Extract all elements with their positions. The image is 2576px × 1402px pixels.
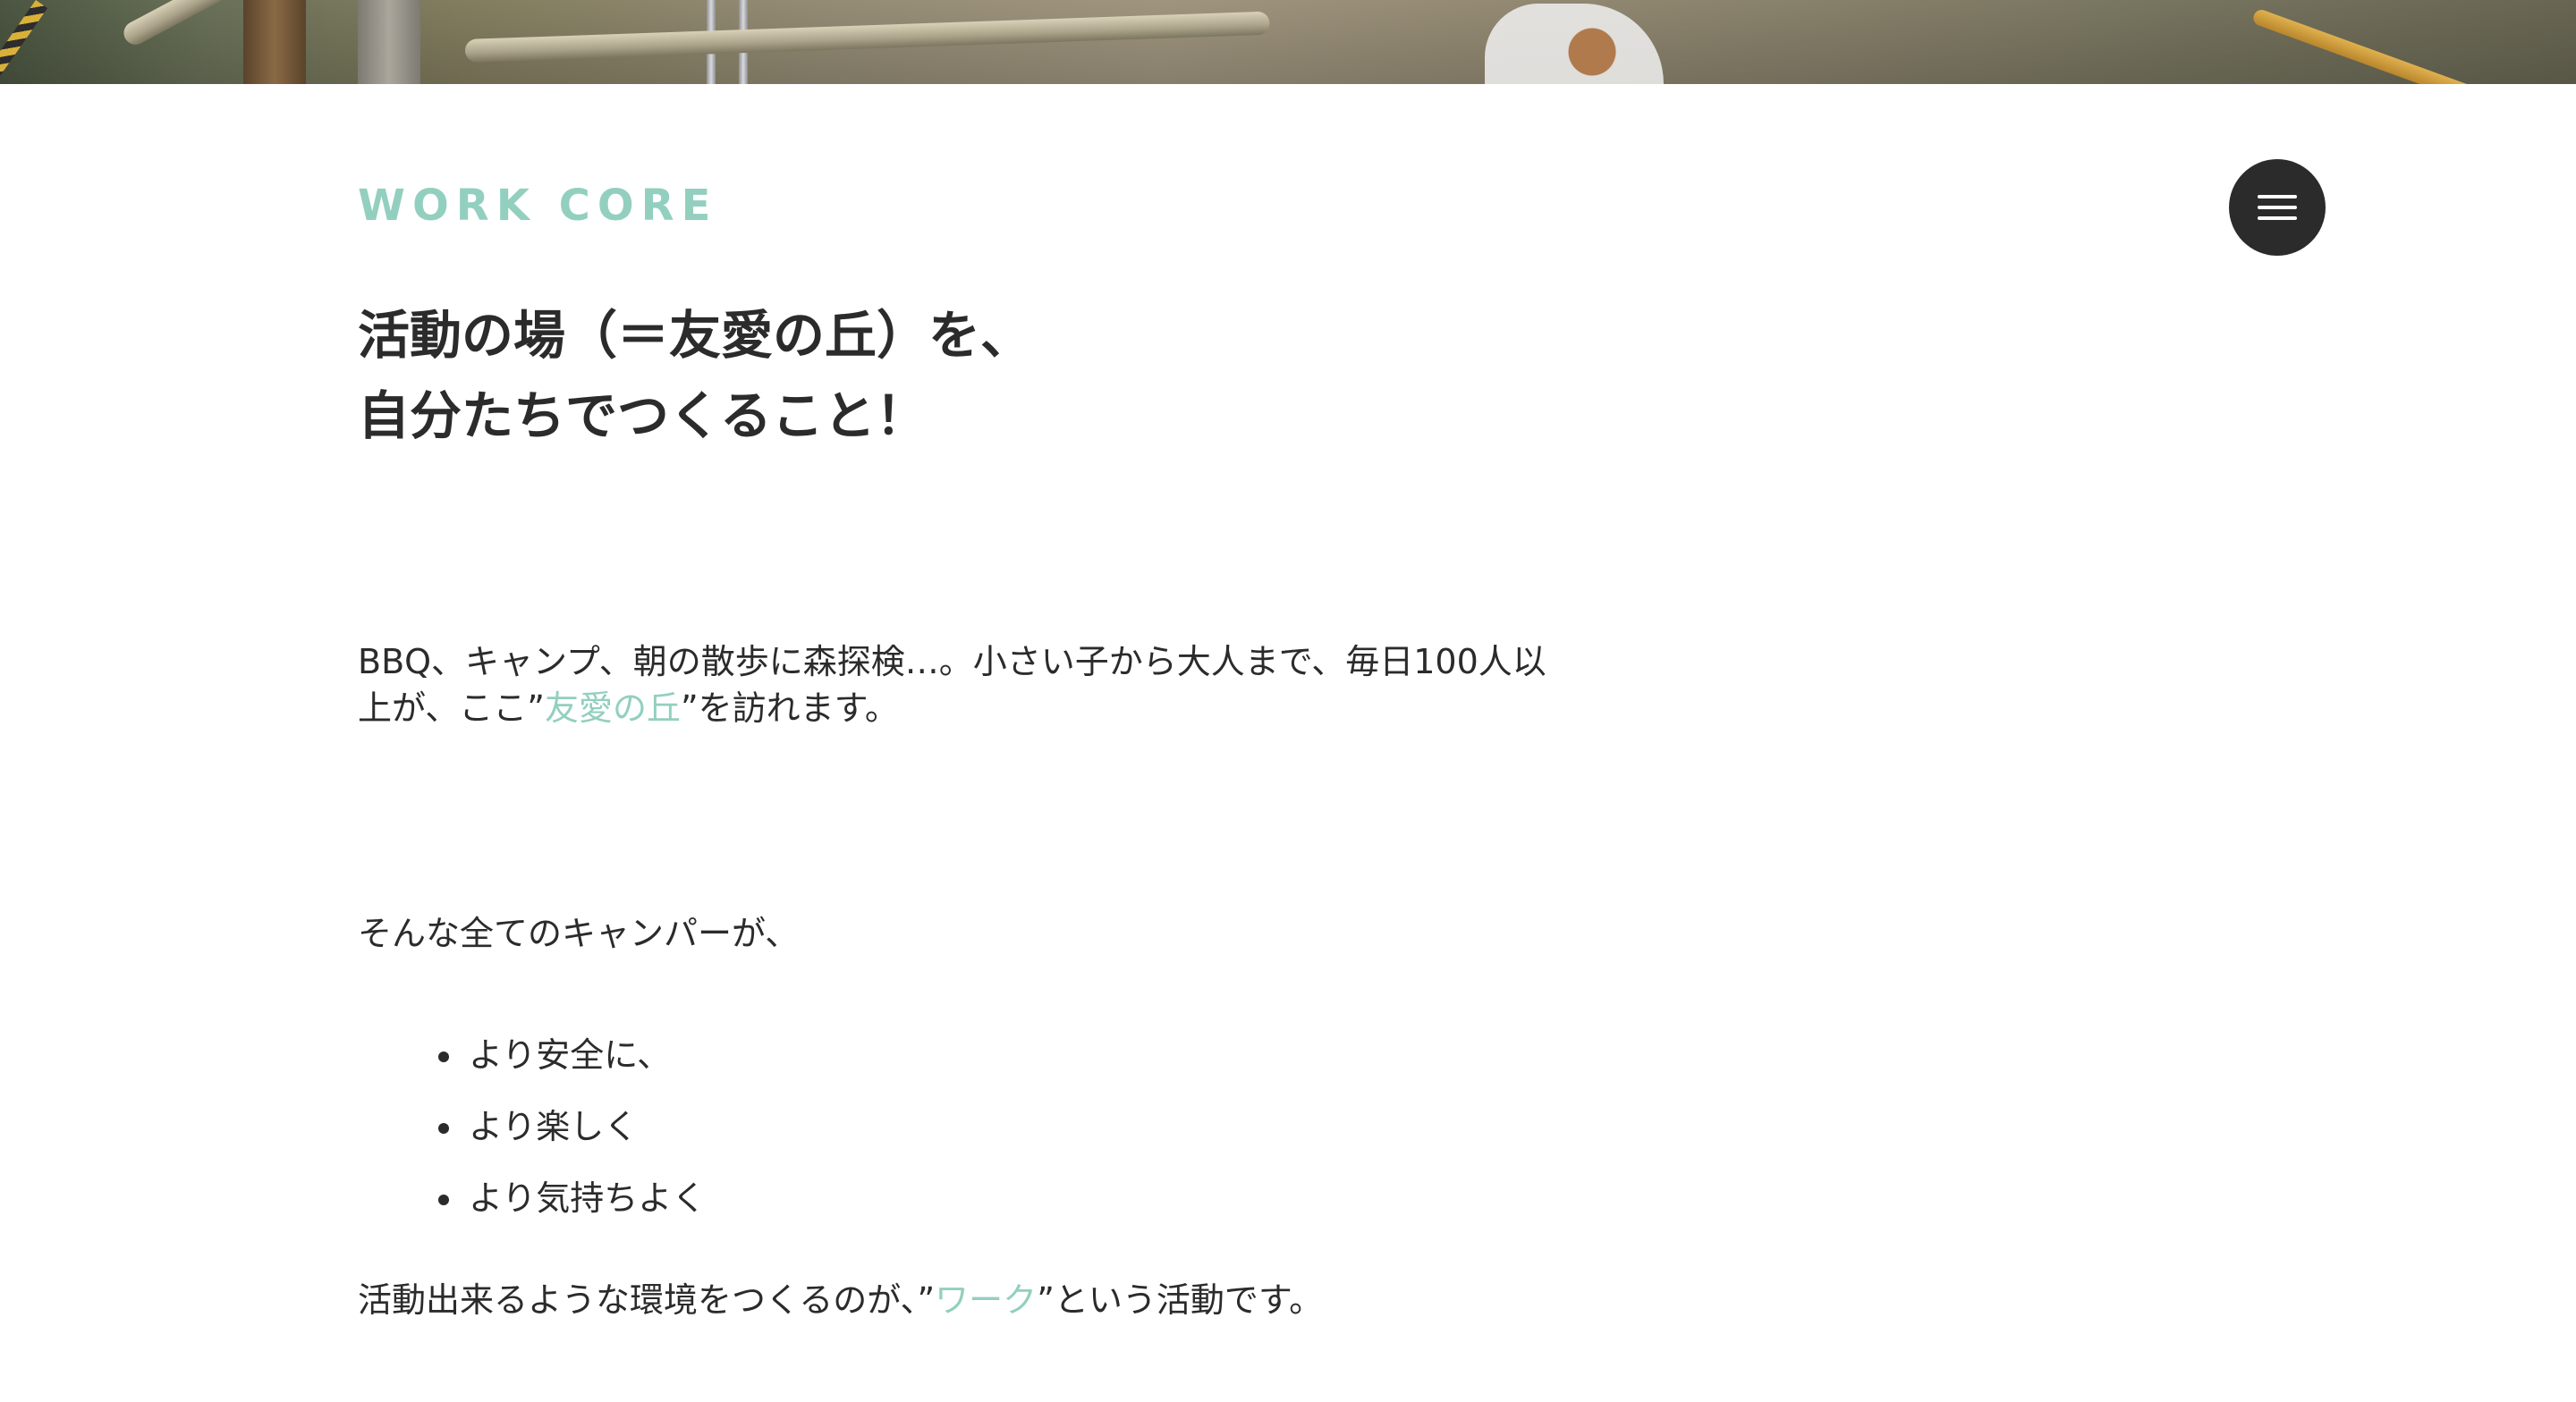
hero-plastic-bag [1485,4,1664,84]
intro-text-after: ”を訪れます。 [680,688,899,728]
intro-text-before: BBQ、キャンプ、朝の散歩に森探検…。小さい子から大人まで、毎日100人以上が、… [358,642,1546,728]
hero-bamboo [2250,7,2509,84]
goals-list: より安全に、 より楽しく より気持ちよく [358,1019,706,1234]
work-paragraph: 活動出来るような環境をつくるのが、”ワーク”という活動です。 [358,1277,1323,1323]
hero-image [0,0,2576,84]
list-item: より安全に、 [465,1019,706,1091]
site-title[interactable]: WORK CORE [358,179,717,232]
hero-pipe [464,11,1270,63]
intro-paragraph: BBQ、キャンプ、朝の散歩に森探検…。小さい子から大人まで、毎日100人以上が、… [358,638,1574,731]
hero-pipe-2 [119,0,258,49]
hero-rope-detail [0,0,48,84]
list-item: より楽しく [465,1091,706,1162]
list-item: より気持ちよく [465,1162,706,1234]
work-link[interactable]: ワーク [935,1280,1037,1320]
hero-figure-leg [358,0,420,84]
work-text-after: ”という活動です。 [1037,1280,1324,1320]
menu-button[interactable] [2229,159,2326,256]
work-text-before: 活動出来るような環境をつくるのが、” [358,1280,936,1320]
page-headline: 活動の場（＝友愛の丘）を、 自分たちでつくること！ [358,295,1610,456]
article-content: 活動の場（＝友愛の丘）を、 自分たちでつくること！ BBQ、キャンプ、朝の散歩に… [358,295,1610,1320]
headline-line-2: 自分たちでつくること！ [358,385,928,446]
headline-line-1: 活動の場（＝友愛の丘）を、 [358,305,1033,366]
hero-wooden-post [243,0,306,84]
campers-paragraph: そんな全てのキャンパーが、 [358,914,800,953]
yuai-no-oka-link[interactable]: 友愛の丘 [545,688,681,728]
